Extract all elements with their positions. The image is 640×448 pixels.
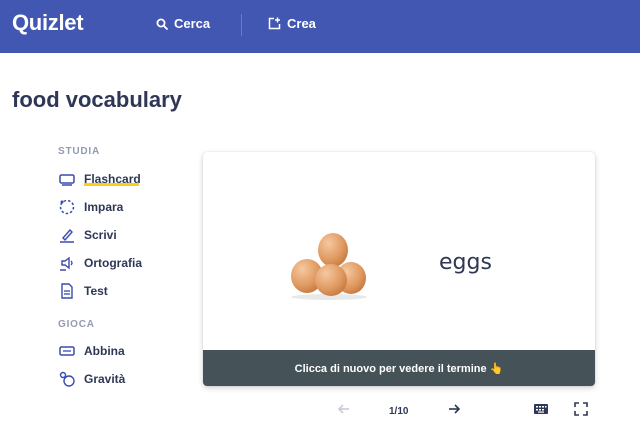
create-label: Crea: [287, 16, 316, 31]
create-button[interactable]: Crea: [268, 16, 316, 31]
card-term: eggs: [439, 250, 492, 275]
mode-label: Abbina: [84, 344, 125, 358]
mode-match[interactable]: Abbina: [58, 342, 125, 360]
card-flip-hint: Clicca di nuovo per vedere il termine 👆: [203, 350, 595, 386]
play-section-label: GIOCA: [58, 319, 95, 330]
keyboard-icon[interactable]: [533, 402, 549, 416]
mode-write[interactable]: Scrivi: [58, 226, 117, 244]
mode-test[interactable]: Test: [58, 282, 108, 300]
mode-label: Impara: [84, 200, 124, 214]
write-icon: [60, 228, 74, 243]
eggs-image: [291, 233, 367, 300]
nav-divider: [241, 14, 242, 36]
search-icon: [156, 18, 168, 30]
mode-learn[interactable]: Impara: [58, 198, 123, 216]
active-mode-indicator: [84, 183, 139, 186]
study-section-label: STUDIA: [58, 146, 101, 157]
learn-icon: [59, 199, 75, 215]
previous-arrow-icon[interactable]: [337, 402, 351, 416]
test-icon: [61, 283, 73, 299]
mode-label: Scrivi: [84, 228, 117, 242]
gravity-icon: [59, 371, 75, 387]
next-arrow-icon[interactable]: [447, 402, 461, 416]
top-navigation-bar: Quizlet Cerca Crea: [0, 0, 640, 53]
mode-label: Gravità: [84, 372, 126, 386]
spell-icon: [60, 256, 73, 271]
quizlet-logo[interactable]: Quizlet: [12, 10, 84, 36]
search-label: Cerca: [174, 16, 211, 31]
mode-gravity[interactable]: Gravità: [58, 370, 125, 388]
set-title: food vocabulary: [12, 87, 182, 112]
flashcard[interactable]: eggs Clicca di nuovo per vedere il termi…: [203, 152, 595, 386]
card-counter: 1/10: [389, 406, 409, 417]
match-icon: [59, 346, 75, 356]
mode-label: Ortografia: [84, 256, 143, 270]
mode-label: Test: [84, 284, 108, 298]
fullscreen-icon[interactable]: [574, 402, 588, 416]
flashcard-icon: [59, 174, 75, 186]
create-icon: [268, 17, 281, 30]
search-button[interactable]: Cerca: [156, 16, 210, 31]
mode-spell[interactable]: Ortografia: [58, 254, 142, 272]
